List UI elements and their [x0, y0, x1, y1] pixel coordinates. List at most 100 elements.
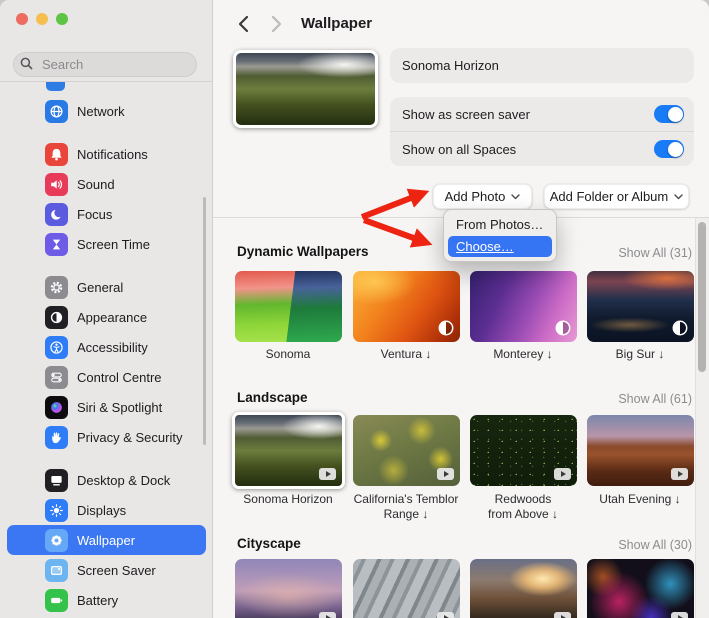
dock-icon — [45, 468, 68, 492]
sidebar-item-label: Displays — [77, 502, 127, 518]
menu-item-choose[interactable]: Choose… — [448, 236, 552, 257]
accessibility-icon — [45, 335, 68, 359]
section-title-dynamic: Dynamic Wallpapers — [237, 244, 369, 259]
sidebar-item-label: Control Centre — [77, 369, 162, 385]
sidebar-item-label: Battery — [77, 592, 119, 608]
sidebar-item-screen-saver[interactable]: Screen Saver — [7, 555, 206, 585]
sidebar-item-network[interactable]: Network — [7, 96, 206, 126]
tile-label: Big Sur ↓ — [615, 347, 665, 361]
wallpaper-name: Sonoma Horizon — [402, 58, 499, 73]
video-wallpaper-icon — [671, 468, 688, 480]
show-as-screen-saver-toggle[interactable] — [654, 105, 684, 123]
sidebar-item-label: Network — [77, 103, 125, 119]
sidebar-item-control-centre[interactable]: Control Centre — [7, 362, 206, 392]
wallpaper-tile-sonoma[interactable] — [235, 271, 342, 342]
chevron-down-icon — [674, 193, 683, 199]
sidebar-item-label: Focus — [77, 206, 113, 222]
wallpaper-tile-big-sur[interactable] — [587, 271, 694, 342]
wallpaper-name-field: Sonoma Horizon — [390, 48, 694, 83]
wallpaper-options-group: Show as screen saver Show on all Spaces — [390, 97, 694, 166]
sidebar-item-label: Screen Time — [77, 236, 150, 252]
sidebar-item-accessibility[interactable]: Accessibility — [7, 332, 206, 362]
wallpaper-tile-cityscape-2[interactable] — [353, 559, 460, 618]
chevron-down-icon — [511, 193, 521, 199]
hand-icon — [45, 425, 68, 449]
sidebar-scrollbar[interactable] — [203, 197, 206, 445]
dynamic-wallpaper-icon — [555, 320, 571, 336]
search-input[interactable] — [13, 52, 197, 77]
sidebar-item-general[interactable]: General — [7, 272, 206, 302]
sidebar-item-notifications[interactable]: Notifications — [7, 139, 206, 169]
tile-label: California's Temblor Range ↓ — [353, 492, 459, 521]
scrollbar-thumb[interactable] — [698, 222, 706, 372]
wallpaper-tile-utah-evening[interactable] — [587, 415, 694, 486]
screen-saver-toggle-row: Show as screen saver — [390, 97, 694, 131]
video-wallpaper-icon — [437, 468, 454, 480]
show-all-landscape[interactable]: Show All (61) — [618, 392, 692, 406]
video-wallpaper-icon — [554, 468, 571, 480]
gear-icon — [45, 275, 68, 299]
add-photo-label: Add Photo — [444, 189, 506, 204]
wallpaper-tile-monterey[interactable] — [470, 271, 577, 342]
close-window-button[interactable] — [16, 13, 28, 25]
video-wallpaper-icon — [319, 468, 336, 480]
wallpaper-tile-ventura[interactable] — [353, 271, 460, 342]
zoom-window-button[interactable] — [56, 13, 68, 25]
show-all-cityscape[interactable]: Show All (30) — [618, 538, 692, 552]
show-on-all-spaces-toggle[interactable] — [654, 140, 684, 158]
forward-button[interactable] — [266, 14, 286, 34]
wallpaper-tile-cityscape-1[interactable] — [235, 559, 342, 618]
toggle-label: Show as screen saver — [402, 106, 530, 122]
add-photo-button[interactable]: Add Photo — [433, 184, 532, 209]
video-wallpaper-icon — [554, 612, 571, 618]
partial-scrolled-icon — [46, 82, 65, 91]
sidebar-item-privacy-security[interactable]: Privacy & Security — [7, 422, 206, 452]
sidebar-item-siri-spotlight[interactable]: Siri & Spotlight — [7, 392, 206, 422]
sun-icon — [45, 498, 68, 522]
tile-label: Sonoma Horizon — [243, 492, 333, 506]
sidebar-item-appearance[interactable]: Appearance — [7, 302, 206, 332]
sidebar-item-label: Siri & Spotlight — [77, 399, 163, 415]
show-all-dynamic[interactable]: Show All (31) — [618, 246, 692, 260]
wallpaper-tile-cityscape-4[interactable] — [587, 559, 694, 618]
sidebar: Network Notifications Sound Focus Screen… — [0, 0, 213, 618]
all-spaces-toggle-row: Show on all Spaces — [390, 132, 694, 166]
wallpaper-tile-sonoma-horizon[interactable] — [232, 412, 345, 489]
sidebar-item-label: General — [77, 279, 124, 295]
sidebar-item-label: Appearance — [77, 309, 148, 325]
section-title-cityscape: Cityscape — [237, 536, 301, 551]
section-title-landscape: Landscape — [237, 390, 308, 405]
video-wallpaper-icon — [319, 612, 336, 618]
control-centre-icon — [45, 365, 68, 389]
screen-saver-icon — [45, 558, 68, 582]
speaker-icon — [45, 172, 68, 196]
wallpaper-tile-cityscape-3[interactable] — [470, 559, 577, 618]
wallpaper-tile-temblor-range[interactable] — [353, 415, 460, 486]
add-folder-label: Add Folder or Album — [549, 189, 669, 204]
appearance-icon — [45, 305, 68, 329]
tile-label: Monterey ↓ — [493, 347, 553, 361]
current-wallpaper-preview[interactable] — [233, 50, 378, 128]
sidebar-item-label: Desktop & Dock — [77, 472, 171, 488]
sidebar-item-displays[interactable]: Displays — [7, 495, 206, 525]
sidebar-item-focus[interactable]: Focus — [7, 199, 206, 229]
sidebar-item-sound[interactable]: Sound — [7, 169, 206, 199]
video-wallpaper-icon — [437, 612, 454, 618]
sidebar-item-wallpaper[interactable]: Wallpaper — [7, 525, 206, 555]
hourglass-icon — [45, 232, 68, 256]
minimize-window-button[interactable] — [36, 13, 48, 25]
sidebar-item-battery[interactable]: Battery — [7, 585, 206, 615]
tile-label: Redwoods from Above ↓ — [487, 492, 559, 521]
menu-item-from-photos[interactable]: From Photos… — [448, 214, 552, 235]
tile-label: Ventura ↓ — [380, 347, 432, 361]
battery-icon — [45, 588, 68, 612]
tile-label: Utah Evening ↓ — [599, 492, 681, 506]
sidebar-item-screen-time[interactable]: Screen Time — [7, 229, 206, 259]
page-title: Wallpaper — [301, 15, 373, 32]
sidebar-divider — [0, 81, 213, 82]
wallpaper-tile-redwoods[interactable] — [470, 415, 577, 486]
back-button[interactable] — [233, 14, 253, 34]
toggle-label: Show on all Spaces — [402, 141, 517, 157]
sidebar-item-desktop-dock[interactable]: Desktop & Dock — [7, 465, 206, 495]
add-folder-or-album-button[interactable]: Add Folder or Album — [544, 184, 689, 209]
